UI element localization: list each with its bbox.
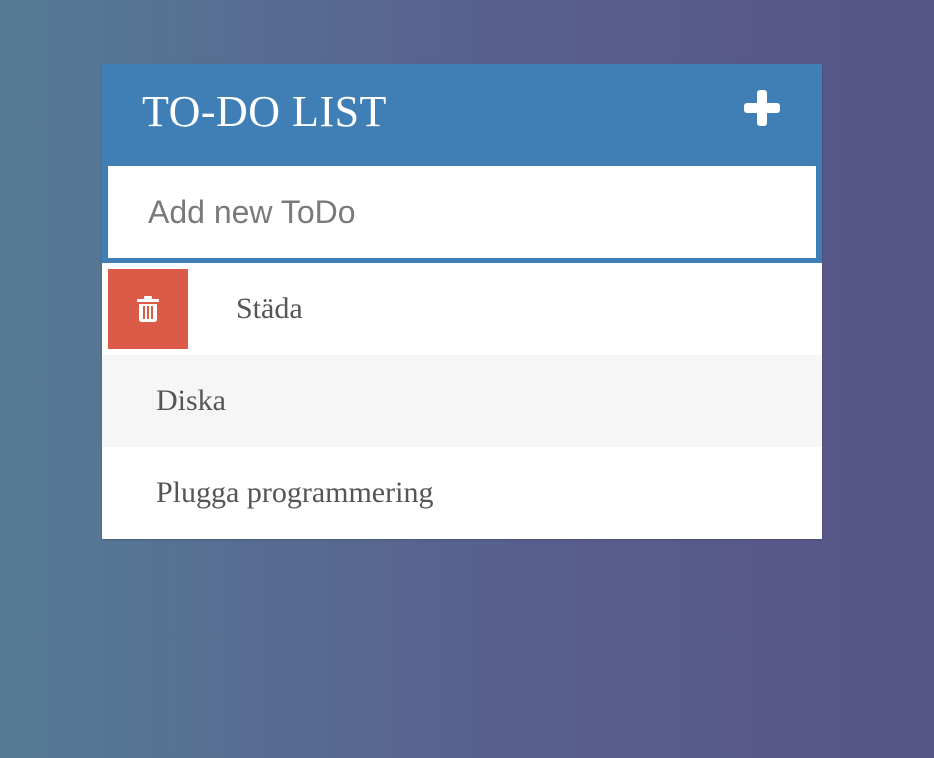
delete-todo-button[interactable] — [108, 269, 188, 349]
todo-item[interactable]: Städa — [102, 263, 822, 355]
new-todo-input[interactable] — [108, 166, 816, 258]
add-todo-button[interactable] — [742, 88, 782, 128]
todo-header: TO-DO LIST — [102, 64, 822, 166]
todo-text: Plugga programmering — [156, 476, 434, 509]
todo-item[interactable]: Diska — [102, 355, 822, 447]
todo-text: Diska — [156, 384, 226, 417]
trash-icon — [137, 296, 159, 322]
todo-list: Städa Diska Plugga programmering — [102, 263, 822, 539]
plus-icon — [744, 90, 780, 126]
todo-item[interactable]: Plugga programmering — [102, 447, 822, 539]
todo-input-wrapper — [102, 166, 822, 263]
todo-app: TO-DO LIST Städa — [102, 64, 822, 539]
page-title: TO-DO LIST — [142, 87, 387, 136]
